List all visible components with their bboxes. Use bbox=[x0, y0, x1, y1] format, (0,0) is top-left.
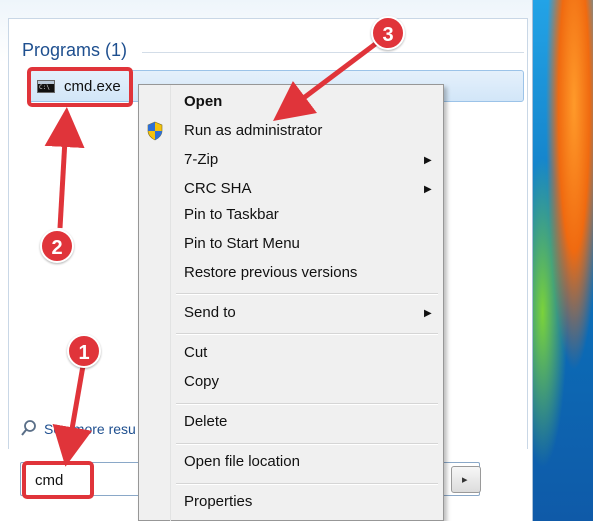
step-3-badge: 3 bbox=[371, 16, 405, 50]
arrow-step1 bbox=[52, 359, 92, 467]
annotation-arrows bbox=[44, 40, 380, 467]
step-2-badge: 2 bbox=[40, 229, 74, 263]
arrow-step3 bbox=[273, 40, 380, 122]
step-1-badge: 1 bbox=[67, 334, 101, 368]
arrow-step2 bbox=[44, 107, 85, 229]
